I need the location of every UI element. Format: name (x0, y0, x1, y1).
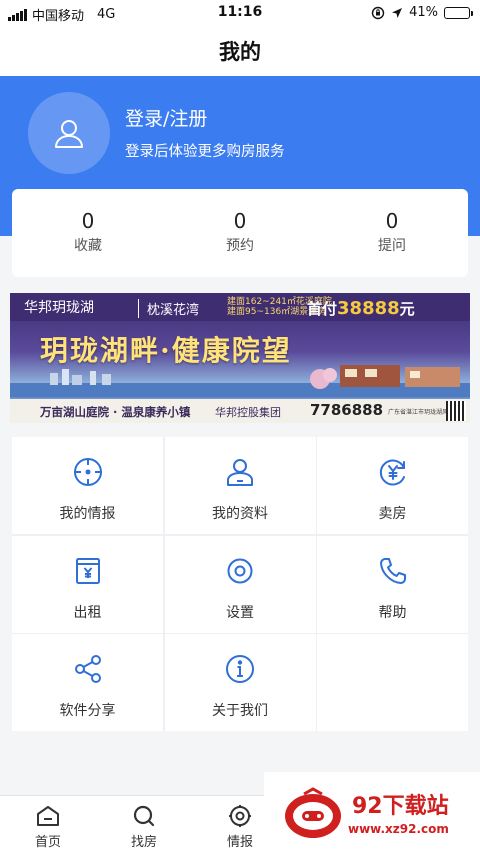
stat-favorites[interactable]: 0 收藏 (12, 189, 164, 277)
tab-label: 首页 (34, 835, 61, 850)
battery-icon (444, 6, 473, 19)
stats-card: 0 收藏 0 预约 0 提问 (12, 189, 468, 277)
nav-bar: 我的 (0, 26, 480, 76)
crosshair-icon (71, 455, 105, 489)
menu-settings[interactable]: 设置 (164, 535, 316, 633)
target-icon (229, 805, 251, 827)
banner-group: 华邦控股集团 (215, 406, 281, 419)
promo-banner[interactable]: 华邦玥珑湖 枕溪花湾 建面162~241㎡花溪庭院 建面95~136㎡湖景洋房 … (10, 293, 470, 423)
status-right: 41% (371, 5, 473, 20)
watermark-url: www.xz92.com (348, 822, 449, 836)
menu-label: 设置 (226, 604, 254, 621)
banner-phone: 7786888 (310, 401, 384, 419)
menu-about-us[interactable]: 关于我们 (164, 634, 316, 731)
stat-count: 0 (385, 209, 399, 233)
stat-count: 0 (81, 209, 95, 233)
banner-price-prefix: 首付 (307, 300, 338, 318)
profile-icon (223, 455, 257, 489)
watermark-title: 92下载站 (352, 794, 449, 819)
stat-label: 预约 (226, 238, 254, 254)
login-hint: 登录后体验更多购房服务 (125, 144, 285, 160)
yen-cycle-icon (376, 455, 410, 489)
tab-home[interactable]: 首页 (0, 796, 96, 853)
search-icon (133, 805, 155, 827)
user-icon (55, 120, 83, 148)
rent-box-icon (71, 554, 105, 588)
menu-label: 帮助 (378, 604, 407, 621)
tab-label: 找房 (130, 835, 157, 850)
stat-appointments[interactable]: 0 预约 (164, 189, 316, 277)
menu-share-app[interactable]: 软件分享 (12, 634, 163, 731)
avatar[interactable] (28, 92, 110, 174)
stat-count: 0 (233, 209, 247, 233)
home-icon (37, 806, 59, 826)
banner-price-value: 38888 (337, 298, 400, 319)
menu-my-intel[interactable]: 我的情报 (12, 437, 163, 534)
menu-grid: 我的情报 我的资料 卖房 出租 设置 帮助 软件分享 关于我们 (12, 437, 468, 731)
banner-footer: 万亩湖山庭院 · 温泉康养小镇 华邦控股集团 7786888 广东省湛江市玥珑湖… (10, 399, 470, 423)
banner-price: 首付38888元 (307, 298, 415, 319)
menu-label: 卖房 (378, 506, 407, 522)
battery-percent: 41% (409, 5, 438, 20)
lock-rotation-icon (371, 6, 385, 19)
menu-my-profile[interactable]: 我的资料 (164, 437, 316, 534)
menu-label: 软件分享 (59, 703, 116, 719)
menu-label: 关于我们 (212, 703, 268, 719)
menu-empty-cell (317, 634, 468, 731)
site-watermark: 92下载站 www.xz92.com (264, 772, 480, 853)
banner-price-unit: 元 (399, 300, 415, 318)
share-icon (71, 652, 105, 686)
menu-sell-house[interactable]: 卖房 (317, 437, 468, 534)
menu-help[interactable]: 帮助 (317, 535, 468, 633)
tab-find-house[interactable]: 找房 (96, 796, 192, 853)
stat-label: 提问 (378, 238, 406, 254)
menu-rent[interactable]: 出租 (12, 535, 163, 633)
location-arrow-icon (392, 7, 403, 18)
info-icon (223, 652, 257, 686)
menu-label: 我的情报 (59, 506, 116, 522)
stat-questions[interactable]: 0 提问 (316, 189, 468, 277)
watermark-logo-icon (285, 787, 341, 838)
login-register-link[interactable]: 登录/注册 (125, 104, 207, 131)
menu-label: 出租 (73, 604, 102, 621)
qr-code-icon (446, 401, 466, 421)
gear-icon (223, 554, 257, 588)
banner-skyline-image (10, 365, 470, 397)
menu-label: 我的资料 (212, 506, 268, 522)
banner-tagline: 万亩湖山庭院 · 温泉康养小镇 (40, 405, 191, 419)
banner-brand-secondary: 枕溪花湾 (138, 299, 199, 318)
phone-icon (376, 554, 410, 588)
stat-label: 收藏 (74, 238, 102, 254)
tab-label: 情报 (226, 835, 253, 850)
banner-brand: 华邦玥珑湖 (24, 300, 94, 316)
banner-slogan: 玥珑湖畔·健康院望 (40, 334, 292, 367)
page-title: 我的 (219, 40, 261, 64)
status-bar: 中国移动 4G 11:16 41% (0, 0, 480, 26)
